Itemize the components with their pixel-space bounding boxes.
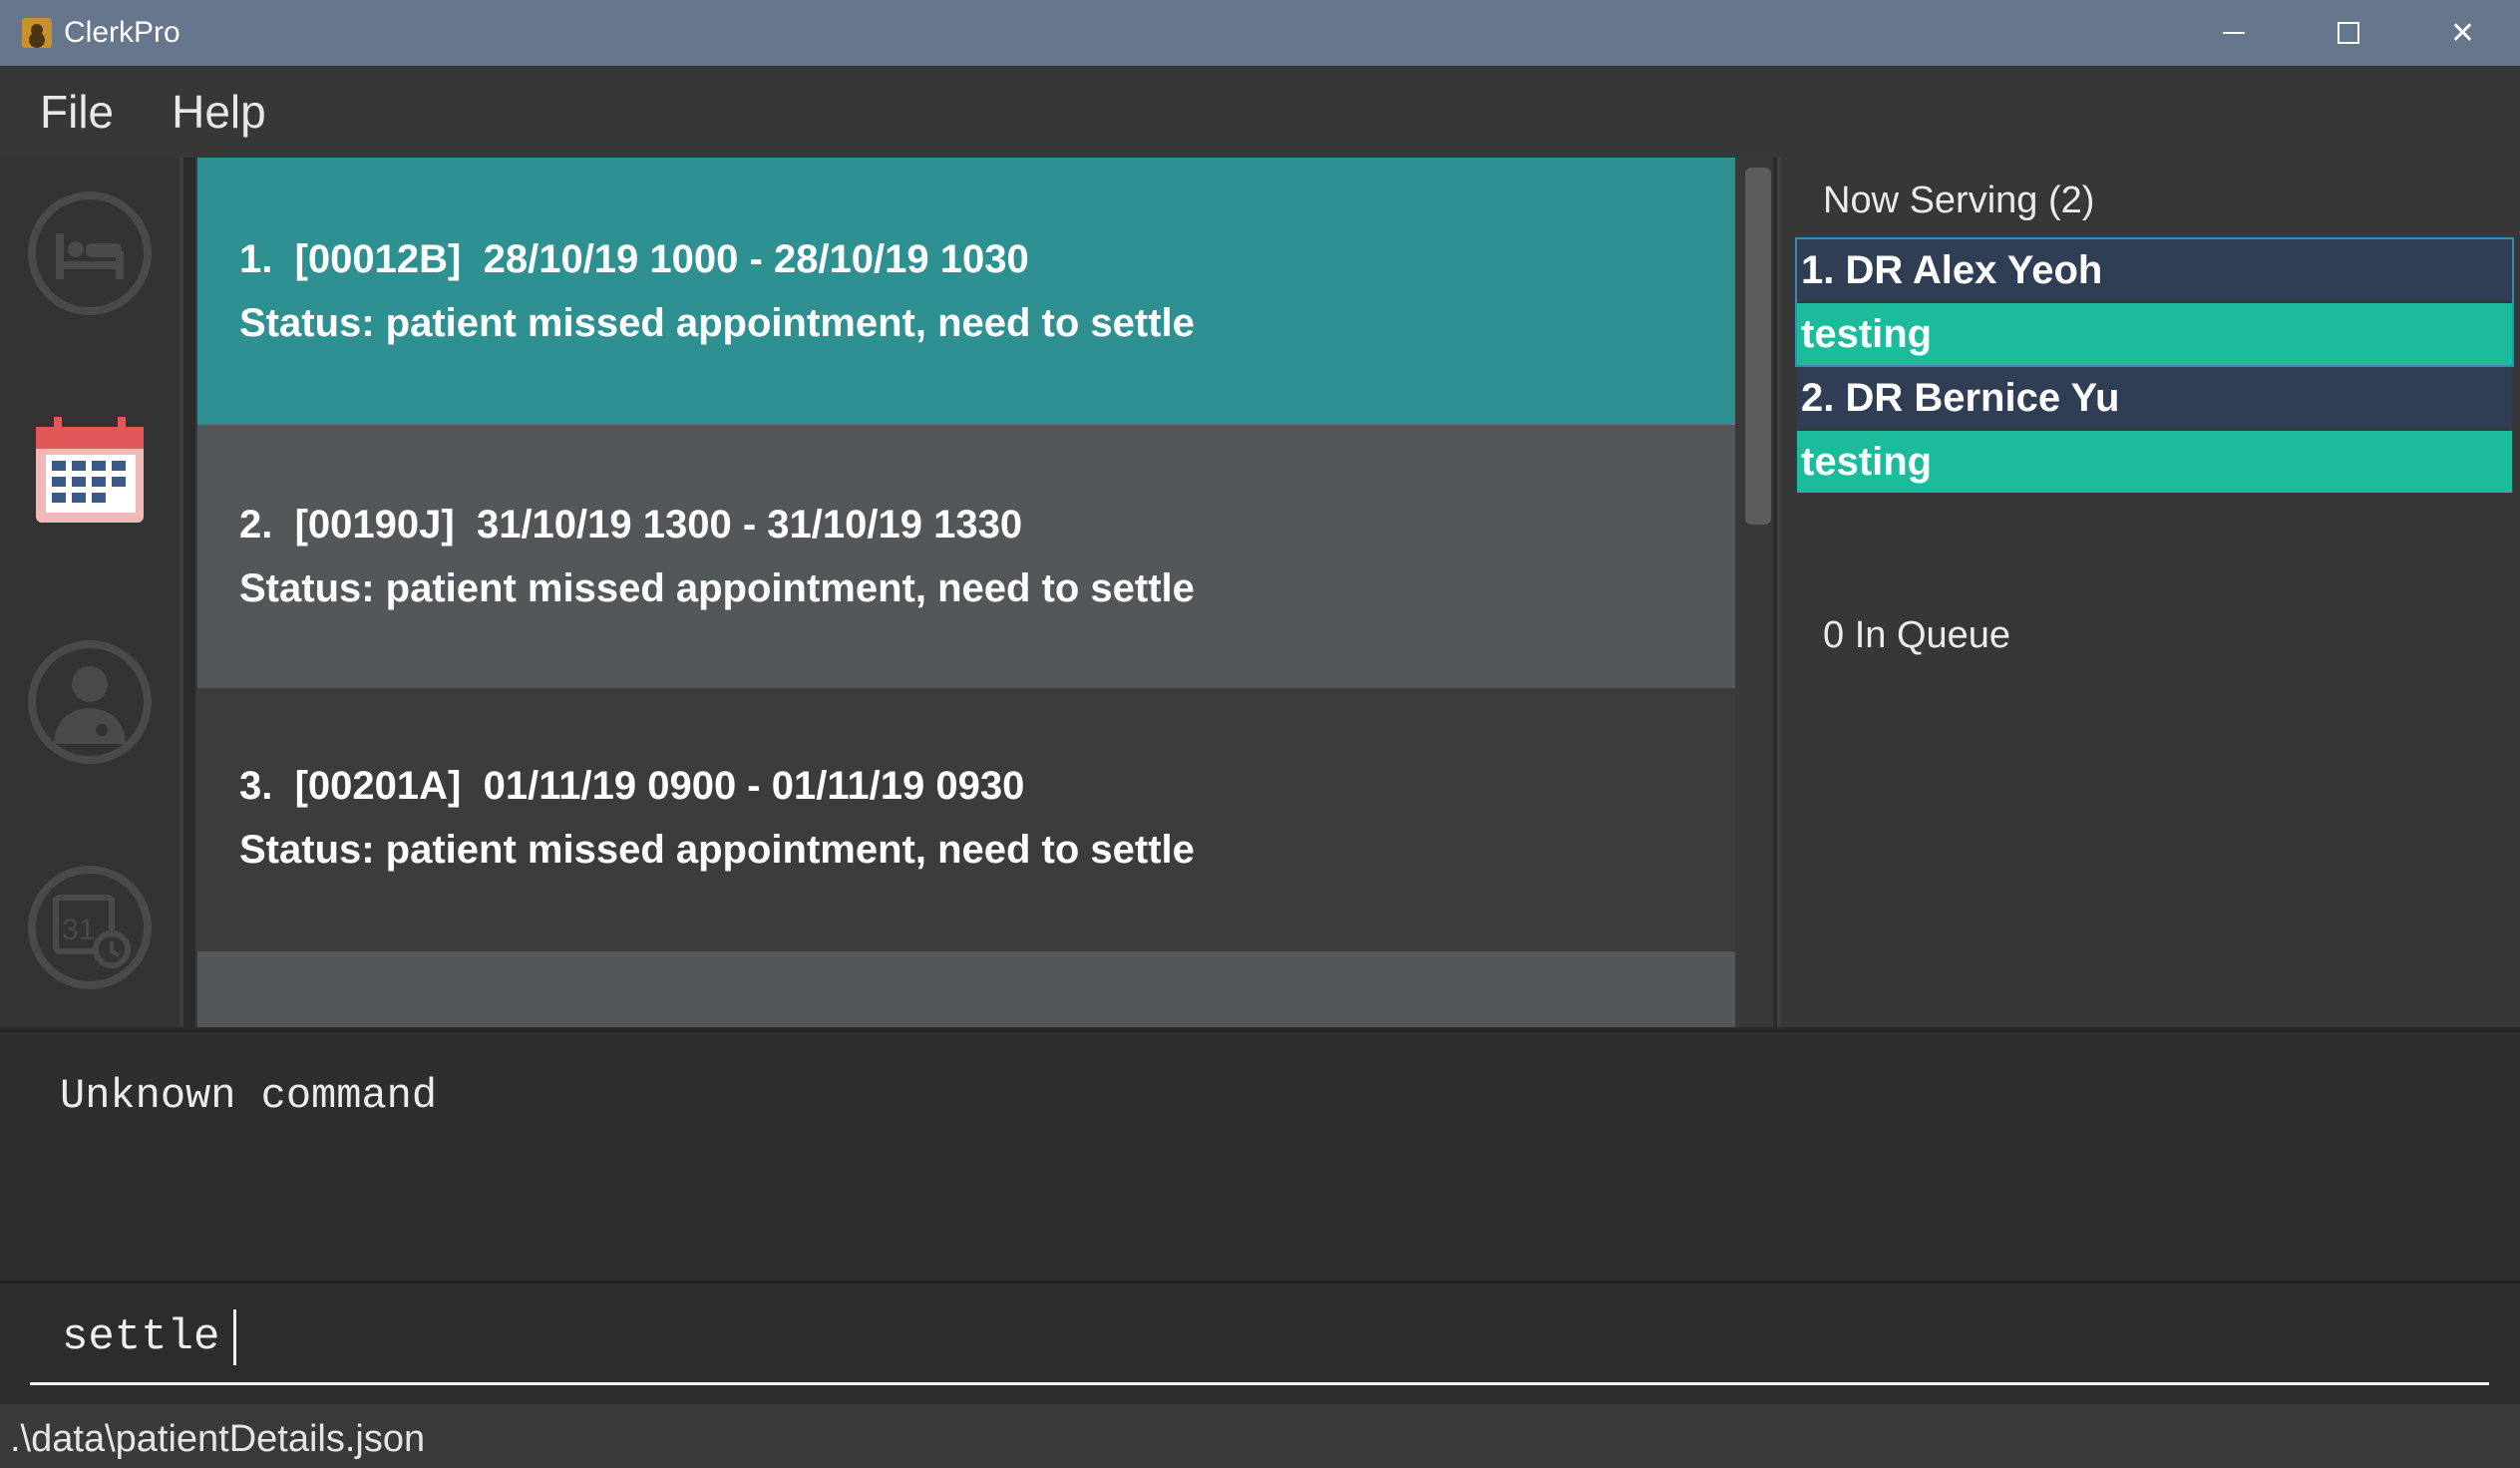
appointment-time: 28/10/19 1000 - 28/10/19 1030: [483, 237, 1029, 281]
appointment-status: Status: patient missed appointment, need…: [239, 301, 1195, 345]
appointment-header: 1. [00012B] 28/10/19 1000 - 28/10/19 103…: [239, 237, 1029, 282]
appointment-card-3[interactable]: 3. [00201A] 01/11/19 0900 - 01/11/19 093…: [197, 688, 1735, 951]
nav-patients-button[interactable]: [26, 189, 154, 317]
appointment-time: 01/11/19 0900 - 01/11/19 0930: [483, 764, 1025, 808]
appointment-card-4[interactable]: [197, 951, 1735, 1027]
appointment-card-2[interactable]: 2. [00190J] 31/10/19 1300 - 31/10/19 133…: [197, 425, 1735, 688]
save-location-path: .\data\patientDetails.json: [10, 1418, 426, 1460]
window-title: ClerkPro: [64, 16, 180, 49]
side-navigation: 31: [0, 158, 183, 1027]
selected-doctor-outline: [1795, 237, 2514, 367]
appointment-header: 3. [00201A] 01/11/19 0900 - 01/11/19 093…: [239, 764, 1024, 809]
doctor-name-2[interactable]: 2. DR Bernice Yu: [1797, 367, 2512, 429]
in-queue-count: 0 In Queue: [1823, 614, 2011, 656]
text-caret: [233, 1308, 237, 1365]
appointment-list[interactable]: 1. [00012B] 28/10/19 1000 - 28/10/19 103…: [195, 158, 1739, 1027]
appointment-status: Status: patient missed appointment, need…: [239, 566, 1195, 610]
doctor-status-2: testing: [1797, 431, 2512, 493]
title-bar: ClerkPro ✕: [0, 0, 2520, 66]
doctor-icon: [28, 640, 152, 764]
close-icon: ✕: [2449, 16, 2476, 50]
status-bar: .\data\patientDetails.json: [0, 1404, 2520, 1468]
bed-icon: [28, 191, 152, 315]
appointment-card-1[interactable]: 1. [00012B] 28/10/19 1000 - 28/10/19 103…: [197, 158, 1735, 425]
nav-doctors-button[interactable]: [26, 638, 154, 766]
now-serving-heading: Now Serving (2): [1823, 180, 2095, 221]
maximize-icon: [2337, 22, 2359, 44]
minimize-button[interactable]: [2176, 0, 2291, 66]
nav-appointments-button[interactable]: [26, 409, 154, 537]
close-button[interactable]: ✕: [2405, 0, 2520, 66]
command-input[interactable]: settle: [30, 1291, 2489, 1385]
appointment-header: 2. [00190J] 31/10/19 1300 - 31/10/19 133…: [239, 503, 1022, 548]
appointment-index: 1.: [239, 237, 273, 281]
command-box: settle: [0, 1281, 2520, 1407]
list-scrollbar-thumb[interactable]: [1745, 168, 1771, 525]
appointment-id: [00012B]: [294, 237, 462, 281]
appointment-id: [00190J]: [294, 503, 455, 547]
result-message: Unknown command: [60, 1072, 438, 1120]
command-text: settle: [62, 1311, 220, 1362]
appointment-id: [00201A]: [294, 764, 462, 808]
svg-text:31: 31: [62, 914, 95, 946]
appointment-time: 31/10/19 1300 - 31/10/19 1330: [476, 503, 1023, 547]
menu-bar: File Help: [0, 66, 2520, 158]
maximize-button[interactable]: [2291, 0, 2405, 66]
minimize-icon: [2222, 32, 2245, 34]
calendar-icon: [36, 417, 144, 523]
menu-help[interactable]: Help: [172, 85, 266, 139]
menu-file[interactable]: File: [40, 85, 114, 139]
appointment-status: Status: patient missed appointment, need…: [239, 828, 1195, 872]
appointment-index: 3.: [239, 764, 273, 808]
schedule-icon: 31: [28, 866, 152, 989]
window-controls: ✕: [2176, 0, 2520, 66]
nav-schedule-button[interactable]: 31: [26, 864, 154, 991]
queue-panel: Now Serving (2) 1. DR Alex Yeoh testing …: [1777, 158, 2520, 1027]
result-display: Unknown command: [0, 1029, 2520, 1282]
appointment-index: 2.: [239, 503, 273, 547]
app-logo-icon: [22, 18, 52, 48]
